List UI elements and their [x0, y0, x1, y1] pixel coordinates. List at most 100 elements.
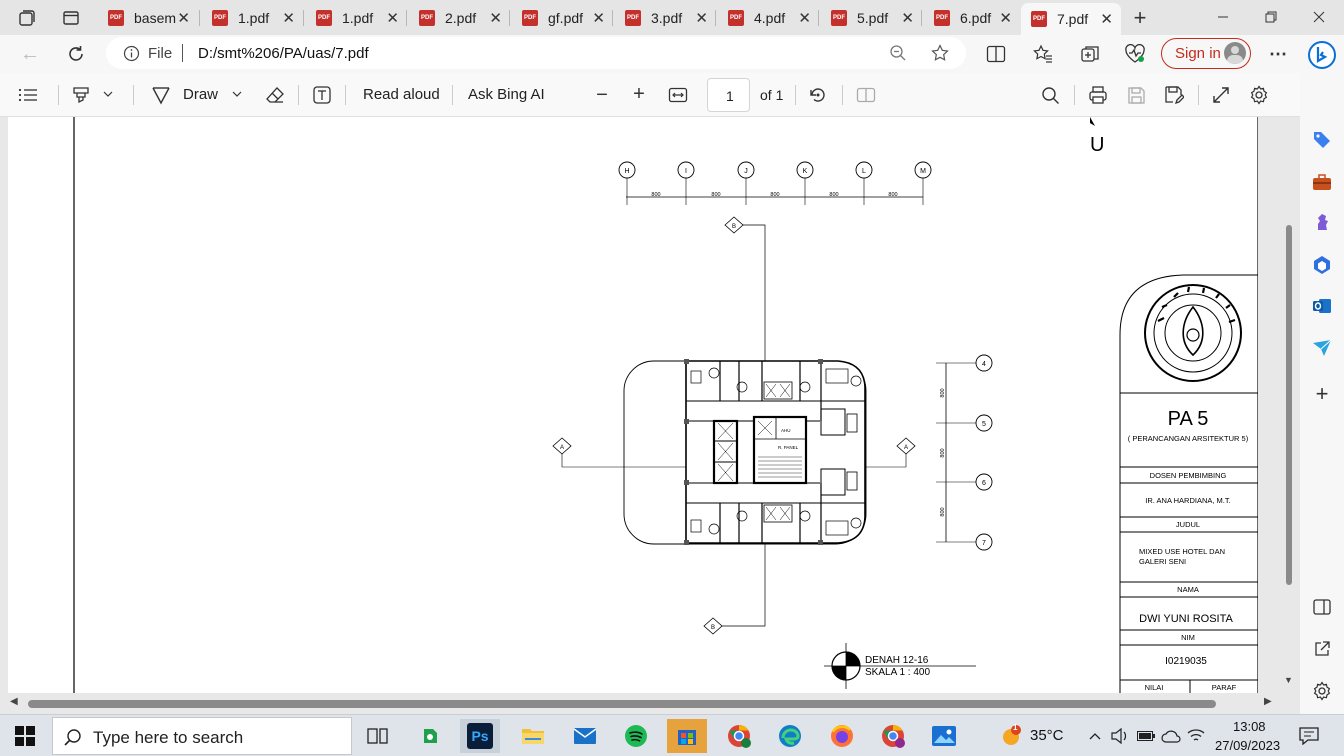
close-icon[interactable]: ✕ [999, 9, 1012, 27]
tab-basem[interactable]: PDF basem ✕ [96, 4, 198, 31]
tab-3pdf[interactable]: PDF 3.pdf ✕ [613, 4, 716, 31]
close-icon[interactable]: ✕ [695, 9, 708, 27]
search-icon[interactable] [1039, 84, 1061, 106]
info-icon[interactable] [122, 44, 140, 62]
ask-bing-ai-button[interactable]: Ask Bing AI [468, 86, 545, 103]
send-paper-plane-icon[interactable] [1310, 336, 1334, 360]
mail-icon[interactable] [565, 719, 605, 753]
microsoft365-icon[interactable] [1310, 253, 1334, 277]
onedrive-icon[interactable] [1160, 727, 1182, 745]
sign-in-button[interactable]: Sign in [1161, 38, 1251, 69]
horizontal-scrollbar[interactable]: ◀ ▶ [0, 694, 1280, 712]
contents-list-icon[interactable] [17, 84, 39, 106]
evernote-icon[interactable] [410, 719, 450, 753]
tools-briefcase-icon[interactable] [1310, 170, 1334, 194]
tab-2pdf[interactable]: PDF 2.pdf ✕ [407, 4, 510, 31]
chrome-profile-icon[interactable] [719, 719, 759, 753]
text-box-icon[interactable] [311, 84, 333, 106]
tab-actions-icon[interactable] [60, 7, 82, 29]
chrome-profile-d-icon[interactable] [873, 719, 913, 753]
spotify-icon[interactable] [616, 719, 656, 753]
sidebar-settings-icon[interactable] [1310, 679, 1334, 703]
chevron-up-icon[interactable] [1086, 727, 1104, 745]
highlight-icon[interactable] [70, 84, 92, 106]
close-icon[interactable]: ✕ [282, 9, 295, 27]
workspaces-icon[interactable] [16, 7, 38, 29]
save-icon[interactable] [1125, 84, 1147, 106]
favorites-icon[interactable] [1031, 42, 1055, 66]
weather-icon[interactable]: 1 [998, 723, 1024, 749]
collections-icon[interactable] [1078, 42, 1102, 66]
tab-7pdf-active[interactable]: PDF 7.pdf ✕ [1021, 3, 1121, 35]
volume-icon[interactable] [1110, 727, 1130, 745]
close-icon[interactable]: ✕ [386, 9, 399, 27]
scroll-down-arrow-icon[interactable]: ▼ [1284, 675, 1293, 685]
close-icon[interactable]: ✕ [592, 9, 605, 27]
scroll-right-arrow-icon[interactable]: ▶ [1264, 696, 1272, 707]
network-icon[interactable] [1186, 727, 1206, 745]
photos-icon[interactable] [924, 719, 964, 753]
full-screen-icon[interactable] [1210, 84, 1232, 106]
scroll-left-arrow-icon[interactable]: ◀ [10, 696, 18, 707]
fit-to-width-icon[interactable] [667, 84, 689, 106]
page-number-input[interactable]: 1 [707, 78, 750, 112]
eraser-icon[interactable] [264, 84, 286, 106]
favorite-star-icon[interactable] [930, 43, 950, 63]
outlook-icon[interactable] [1310, 294, 1334, 318]
clock-date[interactable]: 27/09/2023 [1215, 738, 1280, 753]
read-aloud-button[interactable]: Read aloud [363, 86, 440, 103]
notifications-icon[interactable] [1298, 725, 1320, 747]
close-icon[interactable]: ✕ [1100, 10, 1113, 28]
chevron-down-icon[interactable] [230, 87, 244, 101]
close-icon[interactable]: ✕ [489, 9, 502, 27]
more-options-icon[interactable]: ⋯ [1266, 42, 1290, 66]
firefox-icon[interactable] [822, 719, 862, 753]
settings-gear-icon[interactable] [1248, 84, 1270, 106]
close-window-icon[interactable] [1304, 6, 1334, 28]
taskbar-search[interactable]: Type here to search [52, 717, 352, 755]
temperature[interactable]: 35°C [1030, 727, 1064, 744]
games-chess-icon[interactable] [1310, 210, 1334, 234]
close-icon[interactable]: ✕ [798, 9, 811, 27]
new-tab-icon[interactable]: + [1128, 5, 1152, 30]
chevron-down-icon[interactable] [101, 87, 115, 101]
add-sidebar-app-icon[interactable]: + [1310, 381, 1334, 406]
zoom-out-icon[interactable]: − [592, 84, 612, 106]
restore-icon[interactable] [1256, 6, 1286, 28]
zoom-out-icon[interactable] [888, 43, 908, 63]
shopping-tag-icon[interactable] [1310, 127, 1334, 151]
vertical-scrollbar[interactable]: ▲ ▼ [1282, 117, 1296, 693]
close-icon[interactable]: ✕ [901, 9, 914, 27]
back-icon[interactable]: ← [18, 42, 42, 66]
save-as-icon[interactable] [1163, 84, 1185, 106]
close-icon[interactable]: ✕ [177, 9, 190, 27]
clock-time[interactable]: 13:08 [1233, 719, 1266, 734]
url-box[interactable]: File D:/smt%206/PA/uas/7.pdf [106, 37, 966, 69]
split-screen-icon[interactable] [984, 42, 1008, 66]
pdf-viewer[interactable]: U H I J K L M 800 800 800 800 800 4 5 6 … [0, 117, 1300, 714]
windows-start-icon[interactable] [12, 723, 38, 749]
tab-1pdf-b[interactable]: PDF 1.pdf ✕ [304, 4, 407, 31]
hide-sidebar-icon[interactable] [1310, 595, 1334, 619]
photoshop-icon[interactable]: Ps [460, 719, 500, 753]
vertical-scroll-thumb[interactable] [1286, 225, 1292, 585]
tab-4pdf[interactable]: PDF 4.pdf ✕ [716, 4, 819, 31]
draw-button[interactable]: Draw [183, 86, 218, 103]
draw-icon[interactable] [150, 84, 172, 106]
microsoft-store-icon[interactable] [667, 719, 707, 753]
bing-copilot-icon[interactable] [1306, 39, 1338, 71]
tab-1pdf-a[interactable]: PDF 1.pdf ✕ [200, 4, 303, 31]
print-icon[interactable] [1087, 84, 1109, 106]
open-external-icon[interactable] [1310, 637, 1334, 661]
refresh-icon[interactable] [64, 42, 88, 66]
minimize-icon[interactable] [1208, 6, 1238, 28]
zoom-in-icon[interactable]: + [629, 83, 649, 105]
task-view-icon[interactable] [358, 719, 398, 753]
tab-gfpdf[interactable]: PDF gf.pdf ✕ [510, 4, 613, 31]
file-explorer-icon[interactable] [513, 719, 553, 753]
page-view-icon[interactable] [855, 84, 877, 106]
tab-6pdf[interactable]: PDF 6.pdf ✕ [922, 4, 1020, 31]
url-text[interactable]: D:/smt%206/PA/uas/7.pdf [198, 45, 369, 62]
browser-essentials-icon[interactable] [1123, 42, 1147, 66]
edge-browser-icon[interactable] [770, 719, 810, 753]
